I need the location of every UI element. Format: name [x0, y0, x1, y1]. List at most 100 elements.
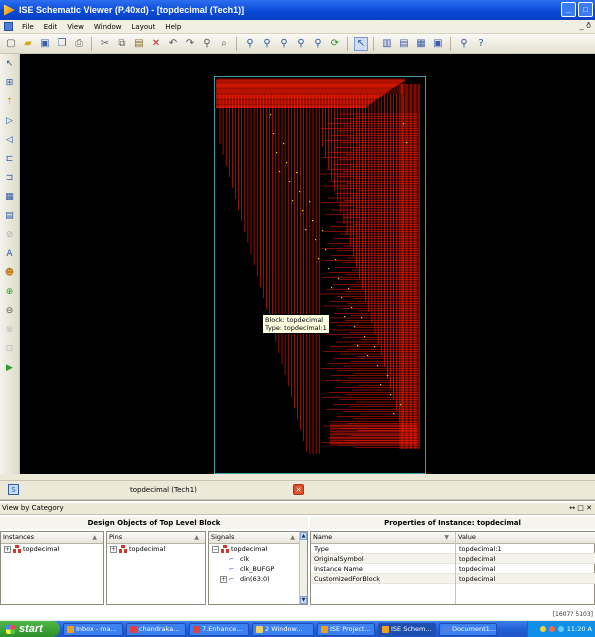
list-item[interactable]: ⌐ clk_BUFGP [209, 564, 307, 574]
sort-up-icon: ▲ [290, 534, 295, 541]
expand-icon[interactable]: + [4, 545, 11, 553]
tray-icon[interactable] [557, 626, 564, 632]
redo-icon[interactable]: ↷ [183, 37, 197, 51]
zoom-full-icon[interactable]: ⚲ [277, 37, 291, 51]
top-level-block[interactable] [214, 76, 426, 474]
taskbar-item[interactable]: ISE Schem... [378, 622, 436, 636]
scroll-up-icon[interactable]: ▲ [300, 532, 307, 540]
tooltip-block-name: Block: topdecimal [265, 316, 324, 324]
instances-list[interactable]: Instances ▲ + topdecimal [0, 531, 104, 605]
add-element-icon[interactable]: ⊏ [3, 152, 17, 166]
save-all-icon[interactable]: ❐ [55, 37, 69, 51]
taskbar-item[interactable]: 7.Enhance... [189, 622, 249, 636]
menu-edit[interactable]: Edit [39, 23, 63, 31]
name-column-header[interactable]: Name ▼ [311, 532, 455, 544]
select-arrow-icon[interactable]: ↖ [3, 57, 17, 71]
pins-list[interactable]: Pins ▲ + topdecimal [106, 531, 206, 605]
filter-icon[interactable]: ▤ [3, 209, 17, 223]
cascade-icon[interactable]: ▦ [414, 37, 428, 51]
hierarchy-up-icon[interactable]: ⇡ [3, 95, 17, 109]
task-label: ISE Schem... [391, 624, 432, 633]
text-icon[interactable]: A [3, 247, 17, 261]
disabled-tool-icon[interactable]: ⊡ [3, 342, 17, 356]
start-button[interactable]: start [0, 621, 60, 637]
tile-icon[interactable]: ▣ [431, 37, 445, 51]
expand-icon[interactable]: ⊐ [3, 171, 17, 185]
trace-icon[interactable]: ⊘ [3, 228, 17, 242]
layout-vertical-icon[interactable]: ▤ [397, 37, 411, 51]
grid-icon[interactable]: ▦ [3, 190, 17, 204]
zoom-out-icon[interactable]: ⚲ [260, 37, 274, 51]
person-icon[interactable]: ☻ [3, 266, 17, 280]
new-file-icon[interactable]: ▢ [4, 37, 18, 51]
instances-column-header[interactable]: Instances ▲ [1, 532, 103, 544]
list-item[interactable]: + ⌐ din(63:0) [209, 574, 307, 584]
taskbar-item[interactable]: ISE Project... [317, 622, 375, 636]
zoom-area-icon[interactable]: ⚲ [294, 37, 308, 51]
taskbar-item[interactable]: Inbox - ma... [63, 622, 123, 636]
menu-window[interactable]: Window [89, 23, 127, 31]
undo-icon[interactable]: ↶ [166, 37, 180, 51]
list-item[interactable]: + topdecimal [1, 544, 103, 554]
signals-scrollbar[interactable]: ▲ ▼ [299, 532, 307, 604]
menu-layout[interactable]: Layout [127, 23, 161, 31]
scroll-down-icon[interactable]: ▼ [300, 596, 307, 604]
find-icon[interactable]: ⚲ [200, 37, 214, 51]
hierarchy-icon [221, 545, 229, 553]
menu-view[interactable]: View [62, 23, 89, 31]
collapse-icon[interactable]: − [212, 545, 219, 553]
paste-icon[interactable]: ▤ [132, 37, 146, 51]
taskbar-item[interactable]: 2 Window... [252, 622, 314, 636]
help-icon[interactable]: ? [474, 37, 488, 51]
open-folder-icon[interactable]: ▰ [21, 37, 35, 51]
zoom-fit-icon[interactable]: ⊞ [3, 76, 17, 90]
menu-bar: File Edit View Window Layout Help _ ð [0, 20, 595, 34]
find-replace-icon[interactable]: ⌕ [217, 37, 231, 51]
pins-column-header[interactable]: Pins ▲ [107, 532, 205, 544]
layout-horizontal-icon[interactable]: ▥ [380, 37, 394, 51]
taskbar-item[interactable]: chandraka... [126, 622, 186, 636]
maximize-button[interactable]: □ [578, 2, 593, 17]
refresh-icon[interactable]: ⟳ [328, 37, 342, 51]
expand-icon[interactable]: + [220, 575, 227, 583]
mdi-controls[interactable]: _ ð [580, 21, 591, 30]
schematic-tab-icon[interactable]: S [8, 484, 19, 495]
list-item[interactable]: + topdecimal [107, 544, 205, 554]
list-item[interactable]: ⌐ clk [209, 554, 307, 564]
print-icon[interactable]: ⎙ [72, 37, 86, 51]
probe-icon[interactable]: ⚲ [457, 37, 471, 51]
select-pointer-icon[interactable]: ↖ [354, 36, 368, 51]
zoom-in-icon[interactable]: ⚲ [243, 37, 257, 51]
tray-icon[interactable] [548, 626, 555, 632]
property-name: OriginalSymbol [311, 554, 455, 564]
push-into-icon[interactable]: ▷ [3, 114, 17, 128]
document-icon[interactable] [4, 22, 13, 31]
copy-icon[interactable]: ⧉ [115, 37, 129, 51]
document-tab-bar: S topdecimal (Tech1) ✕ [0, 480, 595, 500]
properties-table: Name ▼ Type OriginalSymbol Instance Name … [310, 531, 595, 605]
green-add-icon[interactable]: ⊕ [3, 285, 17, 299]
run-icon[interactable]: ▶ [3, 361, 17, 375]
zoom-select-icon[interactable]: ⚲ [311, 37, 325, 51]
menu-file[interactable]: File [17, 23, 39, 31]
cut-icon[interactable]: ✂ [98, 37, 112, 51]
disabled-tool-icon[interactable]: ⊗ [3, 323, 17, 337]
list-item[interactable]: − topdecimal [209, 544, 307, 554]
signals-list[interactable]: Signals ▲ − topdecimal ⌐ clk ⌐ clk_BUFGP + ⌐ d… [208, 531, 308, 605]
remove-icon[interactable]: ⊖ [3, 304, 17, 318]
menu-help[interactable]: Help [160, 23, 186, 31]
title-bar[interactable]: ISE Schematic Viewer (P.40xd) - [topdeci… [0, 0, 595, 20]
panel-controls[interactable]: ↔ □ ✕ [569, 503, 592, 514]
value-column-header[interactable]: Value [456, 532, 595, 544]
schematic-canvas[interactable]: Block: topdecimal Type: topdecimal:1 [20, 54, 595, 474]
tray-icon[interactable] [539, 626, 546, 632]
pop-out-icon[interactable]: ◁ [3, 133, 17, 147]
signals-column-header[interactable]: Signals ▲ [209, 532, 307, 544]
save-icon[interactable]: ▣ [38, 37, 52, 51]
taskbar-item[interactable]: Document1... [439, 622, 497, 636]
minimize-button[interactable]: _ [561, 2, 576, 17]
close-tab-button[interactable]: ✕ [293, 484, 304, 495]
tab-topdecimal[interactable]: topdecimal (Tech1) [130, 486, 197, 494]
expand-icon[interactable]: + [110, 545, 117, 553]
delete-icon[interactable]: ✕ [149, 37, 163, 51]
